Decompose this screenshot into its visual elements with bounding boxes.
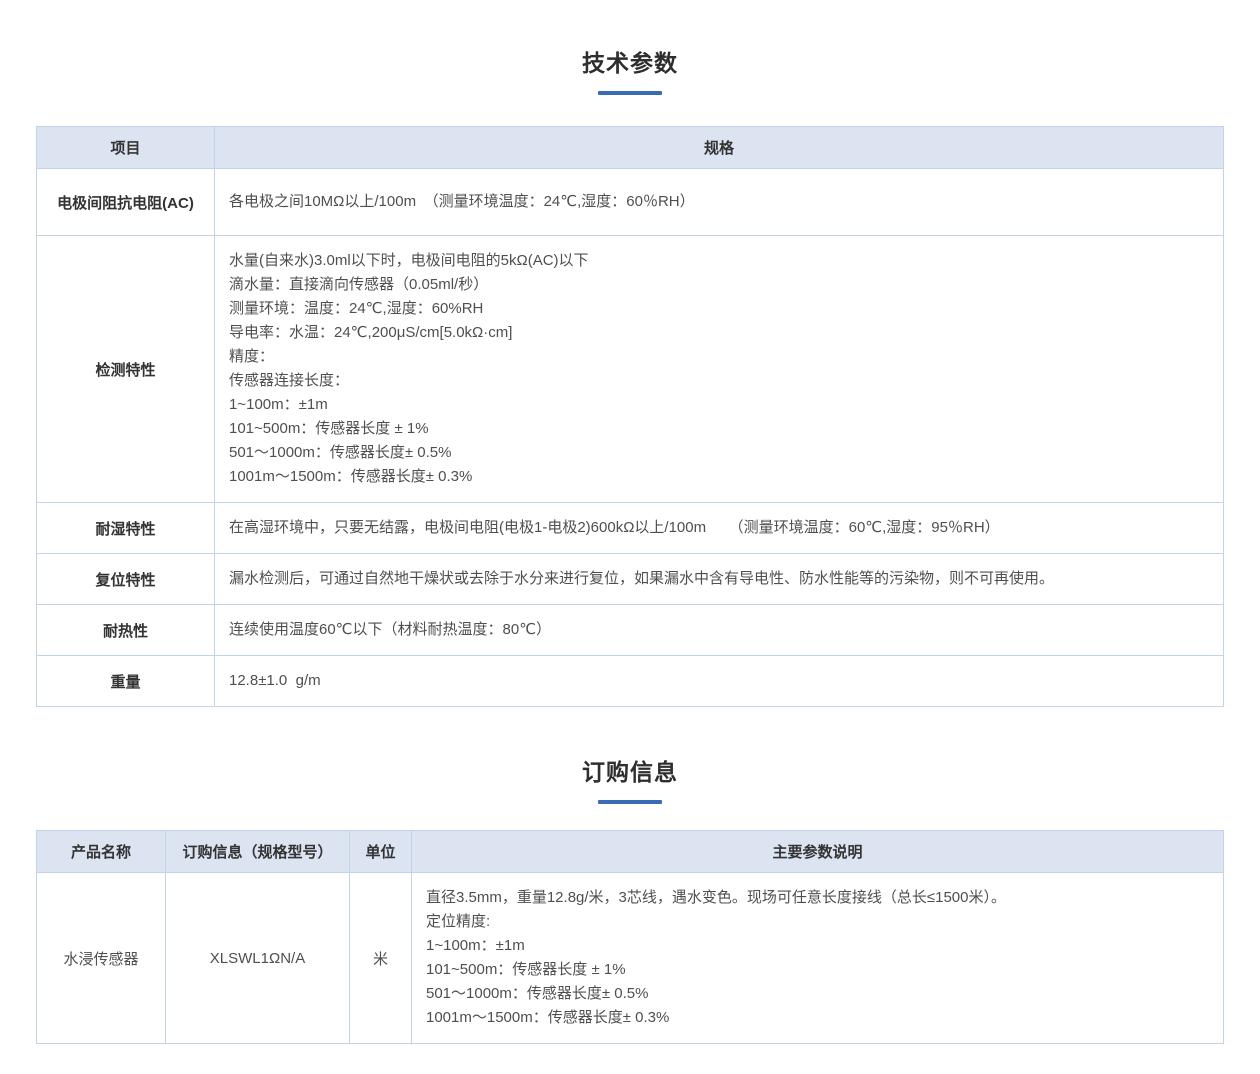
spec-line: 精度： — [229, 345, 1209, 369]
spec-line: 在高湿环境中，只要无结露，电极间电阻(电极1-电极2)600kΩ以上/100m … — [229, 516, 1209, 540]
spec-line: 101~500m：传感器长度 ± 1% — [426, 958, 1209, 982]
item-label: 耐湿特性 — [37, 503, 215, 554]
spec-line: 各电极之间10MΩ以上/100m （测量环境温度：24℃,湿度：60％RH） — [229, 190, 1209, 214]
item-label: 重量 — [37, 656, 215, 707]
order-section-header: 订购信息 — [36, 707, 1224, 804]
table-row-weight: 重量 12.8±1.0 g/m — [37, 656, 1224, 707]
model-number: XLSWL1ΩN/A — [166, 873, 350, 1044]
spec-line: 直径3.5mm，重量12.8g/米，3芯线，遇水变色。现场可任意长度接线（总长≤… — [426, 886, 1209, 910]
tech-section-header: 技术参数 — [36, 0, 1224, 95]
spec-value: 各电极之间10MΩ以上/100m （测量环境温度：24℃,湿度：60％RH） — [215, 169, 1224, 236]
spec-value: 水量(自来水)3.0ml以下时，电极间电阻的5kΩ(AC)以下 滴水量：直接滴向… — [215, 236, 1224, 503]
order-info-section: 订购信息 产品名称 订购信息（规格型号） 单位 主要参数说明 水浸传 — [36, 707, 1224, 1044]
column-header-unit: 单位 — [350, 831, 412, 873]
spec-line: 连续使用温度60℃以下（材料耐热温度：80℃） — [229, 618, 1209, 642]
title-underline-accent — [598, 800, 662, 804]
table-row-water-sensor: 水浸传感器 XLSWL1ΩN/A 米 直径3.5mm，重量12.8g/米，3芯线… — [37, 873, 1224, 1044]
section-title-tech: 技术参数 — [36, 0, 1224, 78]
table-row-humidity-resistance: 耐湿特性 在高湿环境中，只要无结露，电极间电阻(电极1-电极2)600kΩ以上/… — [37, 503, 1224, 554]
spec-line: 501～1000m：传感器长度± 0.5% — [229, 441, 1209, 465]
spec-value: 12.8±1.0 g/m — [215, 656, 1224, 707]
spec-line: 1~100m：±1m — [426, 934, 1209, 958]
column-header-product: 产品名称 — [37, 831, 166, 873]
item-label: 电极间阻抗电阻(AC) — [37, 169, 215, 236]
column-header-spec: 规格 — [215, 127, 1224, 169]
spec-value: 漏水检测后，可通过自然地干燥状或去除于水分来进行复位，如果漏水中含有导电性、防水… — [215, 554, 1224, 605]
tech-params-table: 项目 规格 电极间阻抗电阻(AC) 各电极之间10MΩ以上/100m （测量环境… — [36, 126, 1224, 707]
item-label: 耐热性 — [37, 605, 215, 656]
order-info-table: 产品名称 订购信息（规格型号） 单位 主要参数说明 水浸传感器 XLSWL1ΩN… — [36, 830, 1224, 1044]
column-header-item: 项目 — [37, 127, 215, 169]
spec-line: 定位精度: — [426, 910, 1209, 934]
tech-params-section: 技术参数 项目 规格 电极间阻抗电阻(AC) 各电极之间10MΩ以上/100m … — [36, 0, 1224, 707]
spec-line: 测量环境：温度：24℃,湿度：60%RH — [229, 297, 1209, 321]
spec-line: 1~100m：±1m — [229, 393, 1209, 417]
item-label: 复位特性 — [37, 554, 215, 605]
spec-line: 101~500m：传感器长度 ± 1% — [229, 417, 1209, 441]
column-header-model: 订购信息（规格型号） — [166, 831, 350, 873]
order-table-header-row: 产品名称 订购信息（规格型号） 单位 主要参数说明 — [37, 831, 1224, 873]
spec-line: 传感器连接长度： — [229, 369, 1209, 393]
spec-line: 1001m～1500m：传感器长度± 0.3% — [426, 1006, 1209, 1030]
column-header-desc: 主要参数说明 — [412, 831, 1224, 873]
section-title-order: 订购信息 — [36, 707, 1224, 787]
tech-table-header-row: 项目 规格 — [37, 127, 1224, 169]
spec-value: 连续使用温度60℃以下（材料耐热温度：80℃） — [215, 605, 1224, 656]
spec-line: 501～1000m：传感器长度± 0.5% — [426, 982, 1209, 1006]
product-spec-page: 技术参数 项目 规格 电极间阻抗电阻(AC) 各电极之间10MΩ以上/100m … — [0, 0, 1260, 1074]
spec-line: 12.8±1.0 g/m — [229, 669, 1209, 693]
item-label: 检测特性 — [37, 236, 215, 503]
table-row-detection: 检测特性 水量(自来水)3.0ml以下时，电极间电阻的5kΩ(AC)以下 滴水量… — [37, 236, 1224, 503]
spec-line: 滴水量：直接滴向传感器（0.05ml/秒） — [229, 273, 1209, 297]
spec-line: 1001m～1500m：传感器长度± 0.3% — [229, 465, 1209, 489]
table-row-heat-resistance: 耐热性 连续使用温度60℃以下（材料耐热温度：80℃） — [37, 605, 1224, 656]
table-row-reset: 复位特性 漏水检测后，可通过自然地干燥状或去除于水分来进行复位，如果漏水中含有导… — [37, 554, 1224, 605]
table-row-electrode-resistance: 电极间阻抗电阻(AC) 各电极之间10MΩ以上/100m （测量环境温度：24℃… — [37, 169, 1224, 236]
unit-value: 米 — [350, 873, 412, 1044]
product-name: 水浸传感器 — [37, 873, 166, 1044]
spec-value: 在高湿环境中，只要无结露，电极间电阻(电极1-电极2)600kΩ以上/100m … — [215, 503, 1224, 554]
main-params-desc: 直径3.5mm，重量12.8g/米，3芯线，遇水变色。现场可任意长度接线（总长≤… — [412, 873, 1224, 1044]
title-underline-accent — [598, 91, 662, 95]
spec-line: 导电率：水温：24℃,200μS/cm[5.0kΩ·cm] — [229, 321, 1209, 345]
spec-line: 漏水检测后，可通过自然地干燥状或去除于水分来进行复位，如果漏水中含有导电性、防水… — [229, 567, 1209, 591]
spec-line: 水量(自来水)3.0ml以下时，电极间电阻的5kΩ(AC)以下 — [229, 249, 1209, 273]
